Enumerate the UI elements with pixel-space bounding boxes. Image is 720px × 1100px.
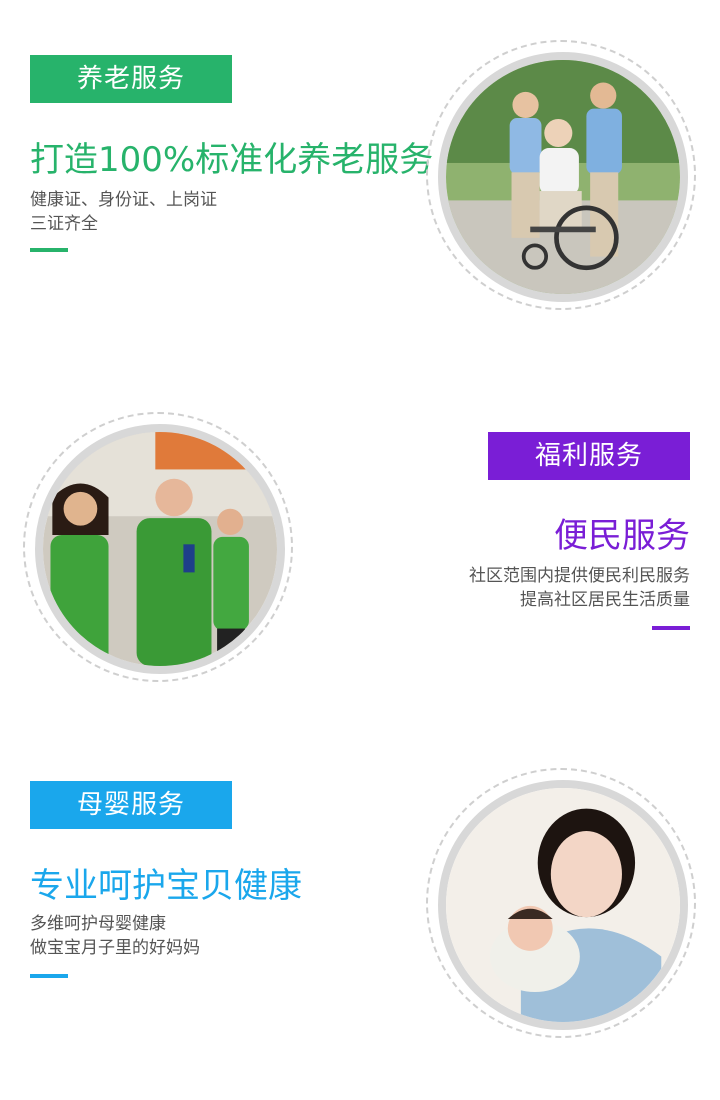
description-line: 提高社区居民生活质量 xyxy=(520,590,690,610)
accent-bar xyxy=(30,974,68,978)
welfare-headline: 便民服务 xyxy=(554,516,690,556)
description-line: 多维呵护母婴健康 xyxy=(30,914,166,934)
accent-bar xyxy=(30,248,68,252)
welfare-description: 社区范围内提供便民利民服务 提高社区居民生活质量 xyxy=(469,564,690,612)
description-line: 健康证、身份证、上岗证 xyxy=(30,190,217,210)
description-line: 三证齐全 xyxy=(30,214,98,234)
caregivers-with-wheelchair-image xyxy=(446,60,680,294)
elderly-care-photo xyxy=(426,40,696,310)
elderly-care-description: 健康证、身份证、上岗证 三证齐全 xyxy=(30,188,217,236)
description-line: 社区范围内提供便民利民服务 xyxy=(469,566,690,586)
welfare-photo xyxy=(23,412,293,682)
photo-circle xyxy=(35,424,285,674)
mother-and-baby-image xyxy=(446,788,680,1022)
welfare-badge: 福利服务 xyxy=(488,432,690,480)
maternal-infant-section: 母婴服务 专业呵护宝贝健康 多维呵护母婴健康 做宝宝月子里的好妈妈 xyxy=(0,740,720,1100)
welfare-section: 福利服务 便民服务 社区范围内提供便民利民服务 提高社区居民生活质量 xyxy=(0,380,720,720)
photo-circle xyxy=(438,780,688,1030)
maternal-infant-badge: 母婴服务 xyxy=(30,781,232,829)
accent-bar xyxy=(652,626,690,630)
photo-circle xyxy=(438,52,688,302)
elderly-care-section: 养老服务 打造100%标准化养老服务 健康证、身份证、上岗证 三证齐全 xyxy=(0,0,720,360)
description-line: 做宝宝月子里的好妈妈 xyxy=(30,938,200,958)
maternal-infant-description: 多维呵护母婴健康 做宝宝月子里的好妈妈 xyxy=(30,912,200,960)
elderly-care-headline: 打造100%标准化养老服务 xyxy=(30,140,434,180)
maternal-infant-headline: 专业呵护宝贝健康 xyxy=(30,866,302,906)
volunteers-image xyxy=(43,432,277,666)
elderly-care-badge: 养老服务 xyxy=(30,55,232,103)
maternal-infant-photo xyxy=(426,768,696,1038)
